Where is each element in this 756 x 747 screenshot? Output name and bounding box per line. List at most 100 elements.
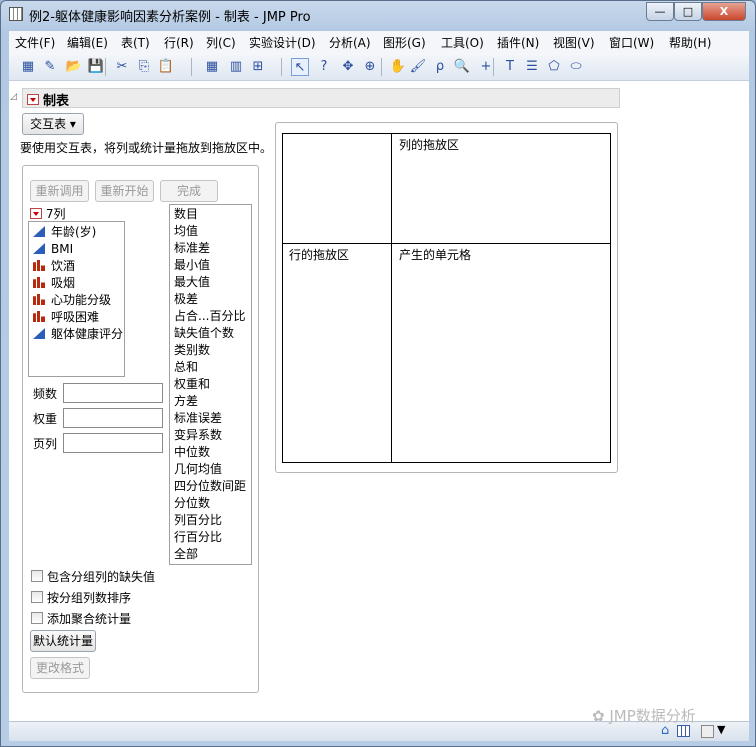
lasso-icon[interactable]: ρ bbox=[431, 58, 449, 76]
statistic-item[interactable]: 变异系数 bbox=[174, 427, 222, 444]
checkbox[interactable] bbox=[31, 612, 43, 624]
red-triangle-menu-icon[interactable] bbox=[30, 208, 42, 219]
close-button[interactable]: X bbox=[702, 2, 746, 21]
menu-item[interactable]: 视图(V) bbox=[553, 34, 595, 51]
app-icon bbox=[9, 7, 23, 21]
copy-icon[interactable]: ⎘ bbox=[135, 58, 153, 76]
statistic-item[interactable]: 四分位数间距 bbox=[174, 478, 246, 495]
table-layout: 列的拖放区 行的拖放区 产生的单元格 bbox=[282, 133, 611, 463]
save-icon[interactable]: 💾 bbox=[87, 58, 105, 76]
statistic-item[interactable]: 最大值 bbox=[174, 274, 210, 291]
statistic-item[interactable]: 权重和 bbox=[174, 376, 210, 393]
line-icon[interactable]: ☰ bbox=[523, 58, 541, 76]
column-item[interactable]: 呼吸困难 bbox=[33, 309, 99, 326]
statistic-item[interactable]: 数目 bbox=[174, 206, 198, 223]
role-drop-field[interactable] bbox=[63, 408, 163, 428]
column-list[interactable]: 年龄(岁) BMI 饮酒 吸烟 心功能分级 呼吸困难躯体健康评分 bbox=[28, 221, 125, 377]
change-format-button[interactable]: 更改格式 bbox=[30, 657, 90, 679]
toolbar-separator bbox=[191, 58, 192, 76]
menu-item[interactable]: 表(T) bbox=[121, 34, 150, 51]
brush-icon[interactable]: 🖌 bbox=[409, 58, 427, 76]
role-drop-field[interactable] bbox=[63, 433, 163, 453]
checkbox-label: 按分组列数排序 bbox=[47, 591, 132, 605]
menu-item[interactable]: 列(C) bbox=[206, 34, 236, 51]
recall-button[interactable]: 重新调用 bbox=[30, 180, 89, 202]
statistic-item[interactable]: 总和 bbox=[174, 359, 198, 376]
menu-item[interactable]: 工具(O) bbox=[441, 34, 484, 51]
checkbox[interactable] bbox=[31, 591, 43, 603]
new-table-icon[interactable]: ▦ bbox=[19, 58, 37, 76]
role-label: 权重 bbox=[33, 412, 58, 426]
default-stats-button[interactable]: 默认统计量 bbox=[30, 630, 96, 652]
cells-drop-zone[interactable]: 产生的单元格 bbox=[399, 246, 471, 263]
column-item[interactable]: 躯体健康评分 bbox=[33, 326, 123, 343]
column-name: 躯体健康评分 bbox=[51, 327, 124, 341]
statistic-item[interactable]: 几何均值 bbox=[174, 461, 222, 478]
text-icon[interactable]: T bbox=[501, 58, 519, 76]
row-drop-zone[interactable]: 行的拖放区 bbox=[289, 246, 349, 263]
column-item[interactable]: 吸烟 bbox=[33, 275, 75, 292]
add-image-icon[interactable]: ⊞ bbox=[249, 58, 267, 76]
column-drop-zone[interactable]: 列的拖放区 bbox=[399, 136, 459, 153]
crosshair-icon[interactable]: ✥ bbox=[339, 58, 357, 76]
new-script-icon[interactable]: ✎ bbox=[41, 58, 59, 76]
disclosure-triangle-icon[interactable]: ◿ bbox=[10, 92, 17, 102]
restart-button[interactable]: 重新开始 bbox=[95, 180, 154, 202]
columns-icon[interactable]: ▥ bbox=[227, 58, 245, 76]
statistic-item[interactable]: 分位数 bbox=[174, 495, 210, 512]
statistic-item[interactable]: 标准误差 bbox=[174, 410, 222, 427]
menu-item[interactable]: 图形(G) bbox=[383, 34, 426, 51]
menu-item[interactable]: 窗口(W) bbox=[609, 34, 654, 51]
maximize-button[interactable]: □ bbox=[674, 2, 702, 21]
statistics-list[interactable]: 数目 均值 标准差 最小值 最大值 极差 占合...百分比 缺失值个数 类别数 总和 权重和 方差 标准… bbox=[169, 204, 252, 565]
ellipse-icon[interactable]: ⬭ bbox=[567, 58, 585, 76]
data-table-icon[interactable]: ▦ bbox=[203, 58, 221, 76]
nominal-icon bbox=[33, 277, 45, 288]
statistic-item[interactable]: 占合...百分比 bbox=[174, 308, 245, 325]
done-button[interactable]: 完成 bbox=[160, 180, 218, 202]
continuous-icon bbox=[33, 328, 45, 339]
statistic-item[interactable]: 方差 bbox=[174, 393, 198, 410]
statistic-item[interactable]: 中位数 bbox=[174, 444, 210, 461]
dropdown-arrow-icon[interactable]: ▼ bbox=[717, 723, 725, 736]
statistic-item[interactable]: 列百分比 bbox=[174, 512, 222, 529]
statistic-item[interactable]: 缺失值个数 bbox=[174, 325, 234, 342]
statistic-item[interactable]: 类别数 bbox=[174, 342, 210, 359]
open-icon[interactable]: 📂 bbox=[65, 58, 83, 76]
hand-icon[interactable]: ✋ bbox=[389, 58, 407, 76]
statistic-item[interactable]: 标准差 bbox=[174, 240, 210, 257]
column-name: 呼吸困难 bbox=[51, 310, 100, 324]
statistic-item[interactable]: 均值 bbox=[174, 223, 198, 240]
minimize-button[interactable]: — bbox=[646, 2, 674, 21]
polygon-icon[interactable]: ⬠ bbox=[545, 58, 563, 76]
column-item[interactable]: BMI bbox=[33, 241, 73, 258]
data-table-icon[interactable] bbox=[677, 725, 690, 737]
statistic-item[interactable]: 极差 bbox=[174, 291, 198, 308]
columns-header: 7列 bbox=[30, 205, 65, 222]
target-icon[interactable]: ⊕ bbox=[361, 58, 379, 76]
column-item[interactable]: 心功能分级 bbox=[33, 292, 111, 309]
statistic-item[interactable]: 行百分比 bbox=[174, 529, 222, 546]
magnifier-icon[interactable]: 🔍 bbox=[453, 58, 471, 76]
cut-icon[interactable]: ✂ bbox=[113, 58, 131, 76]
menu-item[interactable]: 编辑(E) bbox=[67, 34, 108, 51]
menu-item[interactable]: 帮助(H) bbox=[669, 34, 711, 51]
mode-dropdown[interactable]: 交互表 ▾ bbox=[22, 113, 84, 135]
help-icon[interactable]: ? bbox=[315, 58, 333, 76]
statistic-item[interactable]: 全部 bbox=[174, 546, 198, 563]
menu-item[interactable]: 文件(F) bbox=[15, 34, 55, 51]
red-triangle-menu-icon[interactable] bbox=[27, 94, 39, 105]
menu-item[interactable]: 实验设计(D) bbox=[249, 34, 316, 51]
paste-icon[interactable]: 📋 bbox=[157, 58, 175, 76]
statistic-item[interactable]: 最小值 bbox=[174, 257, 210, 274]
continuous-icon bbox=[33, 243, 45, 254]
role-drop-field[interactable] bbox=[63, 383, 163, 403]
column-item[interactable]: 饮酒 bbox=[33, 258, 75, 275]
arrow-icon[interactable]: ↖ bbox=[291, 58, 309, 76]
menu-item[interactable]: 分析(A) bbox=[329, 34, 371, 51]
checkbox[interactable] bbox=[31, 570, 43, 582]
column-item[interactable]: 年龄(岁) bbox=[33, 224, 96, 241]
menu-item[interactable]: 行(R) bbox=[164, 34, 194, 51]
menu-item[interactable]: 插件(N) bbox=[497, 34, 539, 51]
window-list-icon[interactable] bbox=[701, 725, 714, 738]
